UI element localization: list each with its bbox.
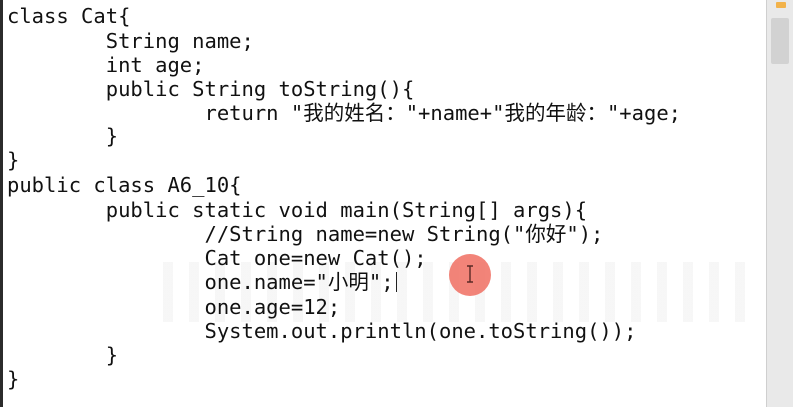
vertical-scrollbar[interactable]: [766, 0, 793, 407]
ibeam-cursor-icon: [467, 265, 473, 283]
code-line[interactable]: String name;: [7, 29, 254, 53]
code-line[interactable]: public String toString(){: [7, 77, 415, 101]
code-line-active[interactable]: one.name="小明";: [7, 270, 397, 294]
code-line[interactable]: }: [7, 343, 118, 367]
code-line[interactable]: }: [7, 148, 19, 172]
code-line[interactable]: }: [7, 124, 118, 148]
code-line[interactable]: }: [7, 367, 19, 391]
code-line[interactable]: //String name=new String("你好");: [7, 222, 603, 246]
code-line-text: one.name="小明";: [7, 270, 394, 294]
text-caret: [395, 272, 397, 292]
code-line[interactable]: System.out.println(one.toString());: [7, 319, 636, 343]
code-line[interactable]: public static void main(String[] args){: [7, 198, 587, 222]
code-line[interactable]: Cat one=new Cat();: [7, 246, 426, 270]
scroll-marker-icon: [776, 2, 786, 8]
code-line[interactable]: public class A6_10{: [7, 173, 242, 197]
scrollbar-thumb[interactable]: [771, 18, 789, 64]
code-line[interactable]: class Cat{: [7, 4, 130, 28]
code-line[interactable]: int age;: [7, 53, 205, 77]
code-editor[interactable]: class Cat{ String name; int age; public …: [3, 0, 766, 407]
code-line[interactable]: one.age=12;: [7, 295, 340, 319]
code-line[interactable]: return "我的姓名："+name+"我的年龄："+age;: [7, 101, 681, 125]
